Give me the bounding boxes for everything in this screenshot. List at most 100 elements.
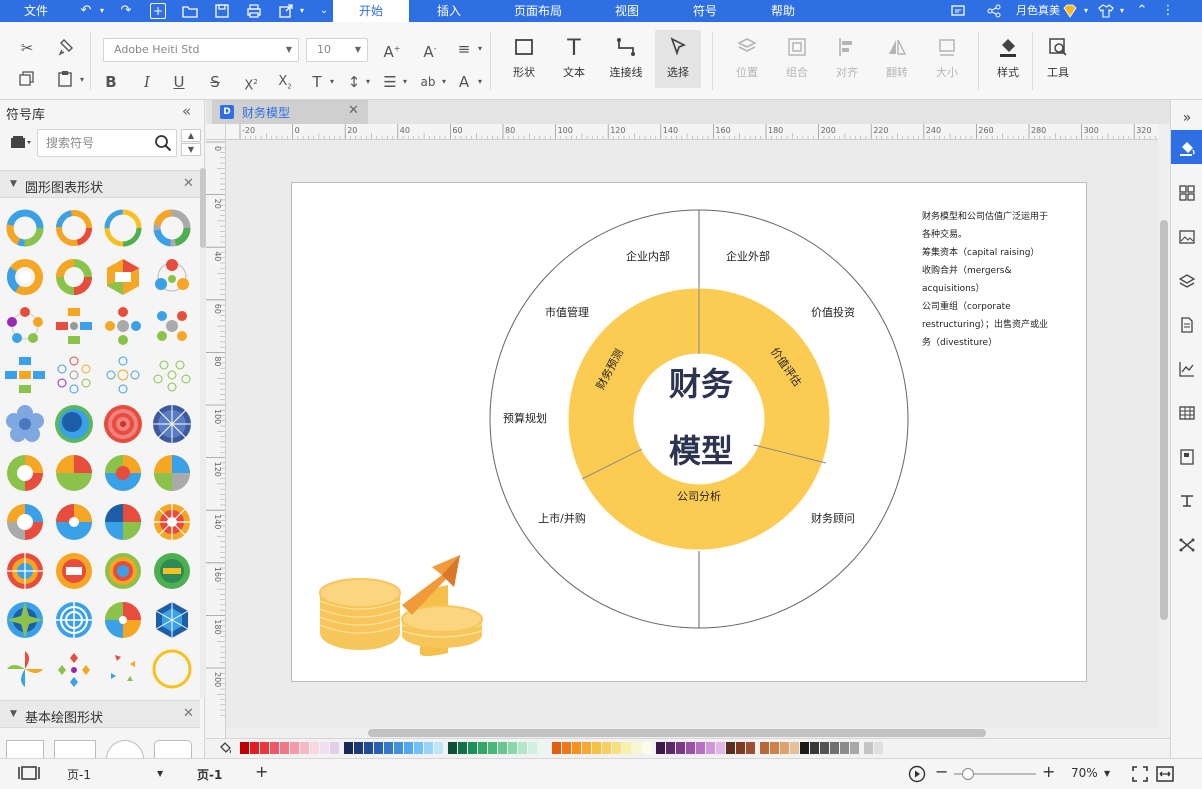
play-icon[interactable] [908,765,926,786]
format-painter-icon[interactable] [57,38,77,58]
section-circle-charts[interactable]: ▼ 圆形图表形状 ✕ [0,170,200,198]
color-swatch[interactable] [330,742,339,754]
user-name[interactable]: 月色真美 [1014,0,1062,22]
outline-ring-shape[interactable] [150,353,194,397]
theme-shirt-icon[interactable] [1098,3,1114,19]
drawing-canvas[interactable]: 财务 模型 财务预测 价值评估 公司分析 企业内部 企业外部 市值管理 价值投资… [226,140,1158,728]
radar-shape[interactable] [52,598,96,642]
underline-icon[interactable]: U [169,72,189,92]
share-icon[interactable] [986,3,1002,19]
color-swatch[interactable] [434,742,443,754]
zoom-out-icon[interactable]: − [935,762,948,781]
tab-insert[interactable]: 插入 [424,0,474,22]
color-swatch[interactable] [508,742,517,754]
search-symbol-box[interactable] [37,129,177,157]
bold-icon[interactable]: B [101,72,121,92]
copy-icon[interactable] [17,70,37,90]
page-outline-icon[interactable] [1175,312,1199,336]
pie-shape[interactable] [150,500,194,544]
color-swatch[interactable] [632,742,641,754]
color-swatch[interactable] [562,742,571,754]
color-swatch[interactable] [622,742,631,754]
color-swatch[interactable] [850,742,859,754]
message-icon[interactable] [950,3,966,19]
color-swatch[interactable] [394,742,403,754]
color-swatch[interactable] [414,742,423,754]
undo-icon[interactable]: ↶ [78,3,94,19]
strikethrough-icon[interactable]: S [205,72,225,92]
pie-shape[interactable] [101,500,145,544]
pie-shape[interactable] [150,549,194,593]
pie-shape[interactable] [150,451,194,495]
color-swatch[interactable] [344,742,353,754]
vertical-scrollbar[interactable] [1158,124,1170,738]
new-file-icon[interactable]: + [150,3,166,19]
color-swatch[interactable] [528,742,537,754]
superscript-icon[interactable]: X2 [241,72,261,93]
color-swatch[interactable] [478,742,487,754]
fill-bucket-icon[interactable] [218,741,232,758]
export-icon[interactable] [278,3,294,19]
color-swatch[interactable] [642,742,651,754]
process-ring-shape[interactable] [101,304,145,348]
close-icon[interactable]: ✕ [348,103,359,118]
color-swatch[interactable] [572,742,581,754]
library-manage-icon[interactable] [10,135,34,151]
color-swatch[interactable] [498,742,507,754]
layers-icon[interactable] [1175,268,1199,292]
concentric-shape[interactable] [52,402,96,446]
more-menu-icon[interactable]: ⋮ [1160,3,1176,19]
pie-shape[interactable] [101,598,145,642]
color-swatch[interactable] [280,742,289,754]
more-chevron-icon[interactable]: ⌄ [316,3,332,19]
fit-width-icon[interactable] [1156,766,1174,785]
target-shape[interactable] [101,402,145,446]
color-swatch[interactable] [602,742,611,754]
chevron-down-icon[interactable]: ▼ [1104,769,1110,778]
flower-shape[interactable] [3,402,47,446]
color-swatch[interactable] [800,742,809,754]
properties-icon[interactable] [1175,444,1199,468]
color-swatch[interactable] [320,742,329,754]
process-ring-shape[interactable] [150,304,194,348]
tools-button[interactable]: 工具 [1035,30,1081,88]
search-icon[interactable] [154,134,172,152]
chevron-down-icon[interactable]: ▾ [322,72,342,92]
hexagon-chart-shape[interactable] [101,255,145,299]
color-swatch[interactable] [468,742,477,754]
color-swatch[interactable] [726,742,735,754]
color-swatch[interactable] [250,742,259,754]
tab-view[interactable]: 视图 [604,0,650,22]
connector-button[interactable]: 连接线 [603,30,649,88]
pie-shape[interactable] [52,549,96,593]
tab-help[interactable]: 帮助 [760,0,806,22]
chevron-down-icon[interactable]: ▾ [434,72,454,92]
outline-ring-shape[interactable] [52,353,96,397]
close-icon[interactable]: ✕ [183,706,194,721]
connector-panel-icon[interactable] [1175,488,1199,512]
circle-chart-shape[interactable] [150,206,194,250]
chevron-down-icon[interactable]: ▾ [470,72,490,92]
diamond-ring-shape[interactable] [52,647,96,691]
color-swatch[interactable] [810,742,819,754]
table-icon[interactable] [1175,400,1199,424]
chevron-down-icon[interactable]: ▾ [1114,3,1130,19]
grid-shapes-icon[interactable] [1175,180,1199,204]
basic-circle-shape[interactable] [106,740,144,760]
color-swatch[interactable] [706,742,715,754]
color-swatch[interactable] [552,742,561,754]
zoom-slider-handle[interactable] [962,768,974,780]
circle-chart-shape[interactable] [52,206,96,250]
color-swatch[interactable] [656,742,665,754]
coins-arrow-illustration[interactable] [319,555,483,656]
minimize-ribbon-icon[interactable]: ⌃ [1134,3,1150,19]
outer-label-value-investing[interactable]: 价值投资 [811,305,855,319]
pinwheel-shape[interactable] [3,647,47,691]
ring-label-analysis[interactable]: 公司分析 [677,489,721,503]
close-icon[interactable]: ✕ [183,176,194,191]
color-swatch[interactable] [582,742,591,754]
color-swatch[interactable] [770,742,779,754]
flow-cluster-shape[interactable] [3,353,47,397]
position-button[interactable]: 位置 [724,30,770,88]
color-swatch[interactable] [716,742,725,754]
